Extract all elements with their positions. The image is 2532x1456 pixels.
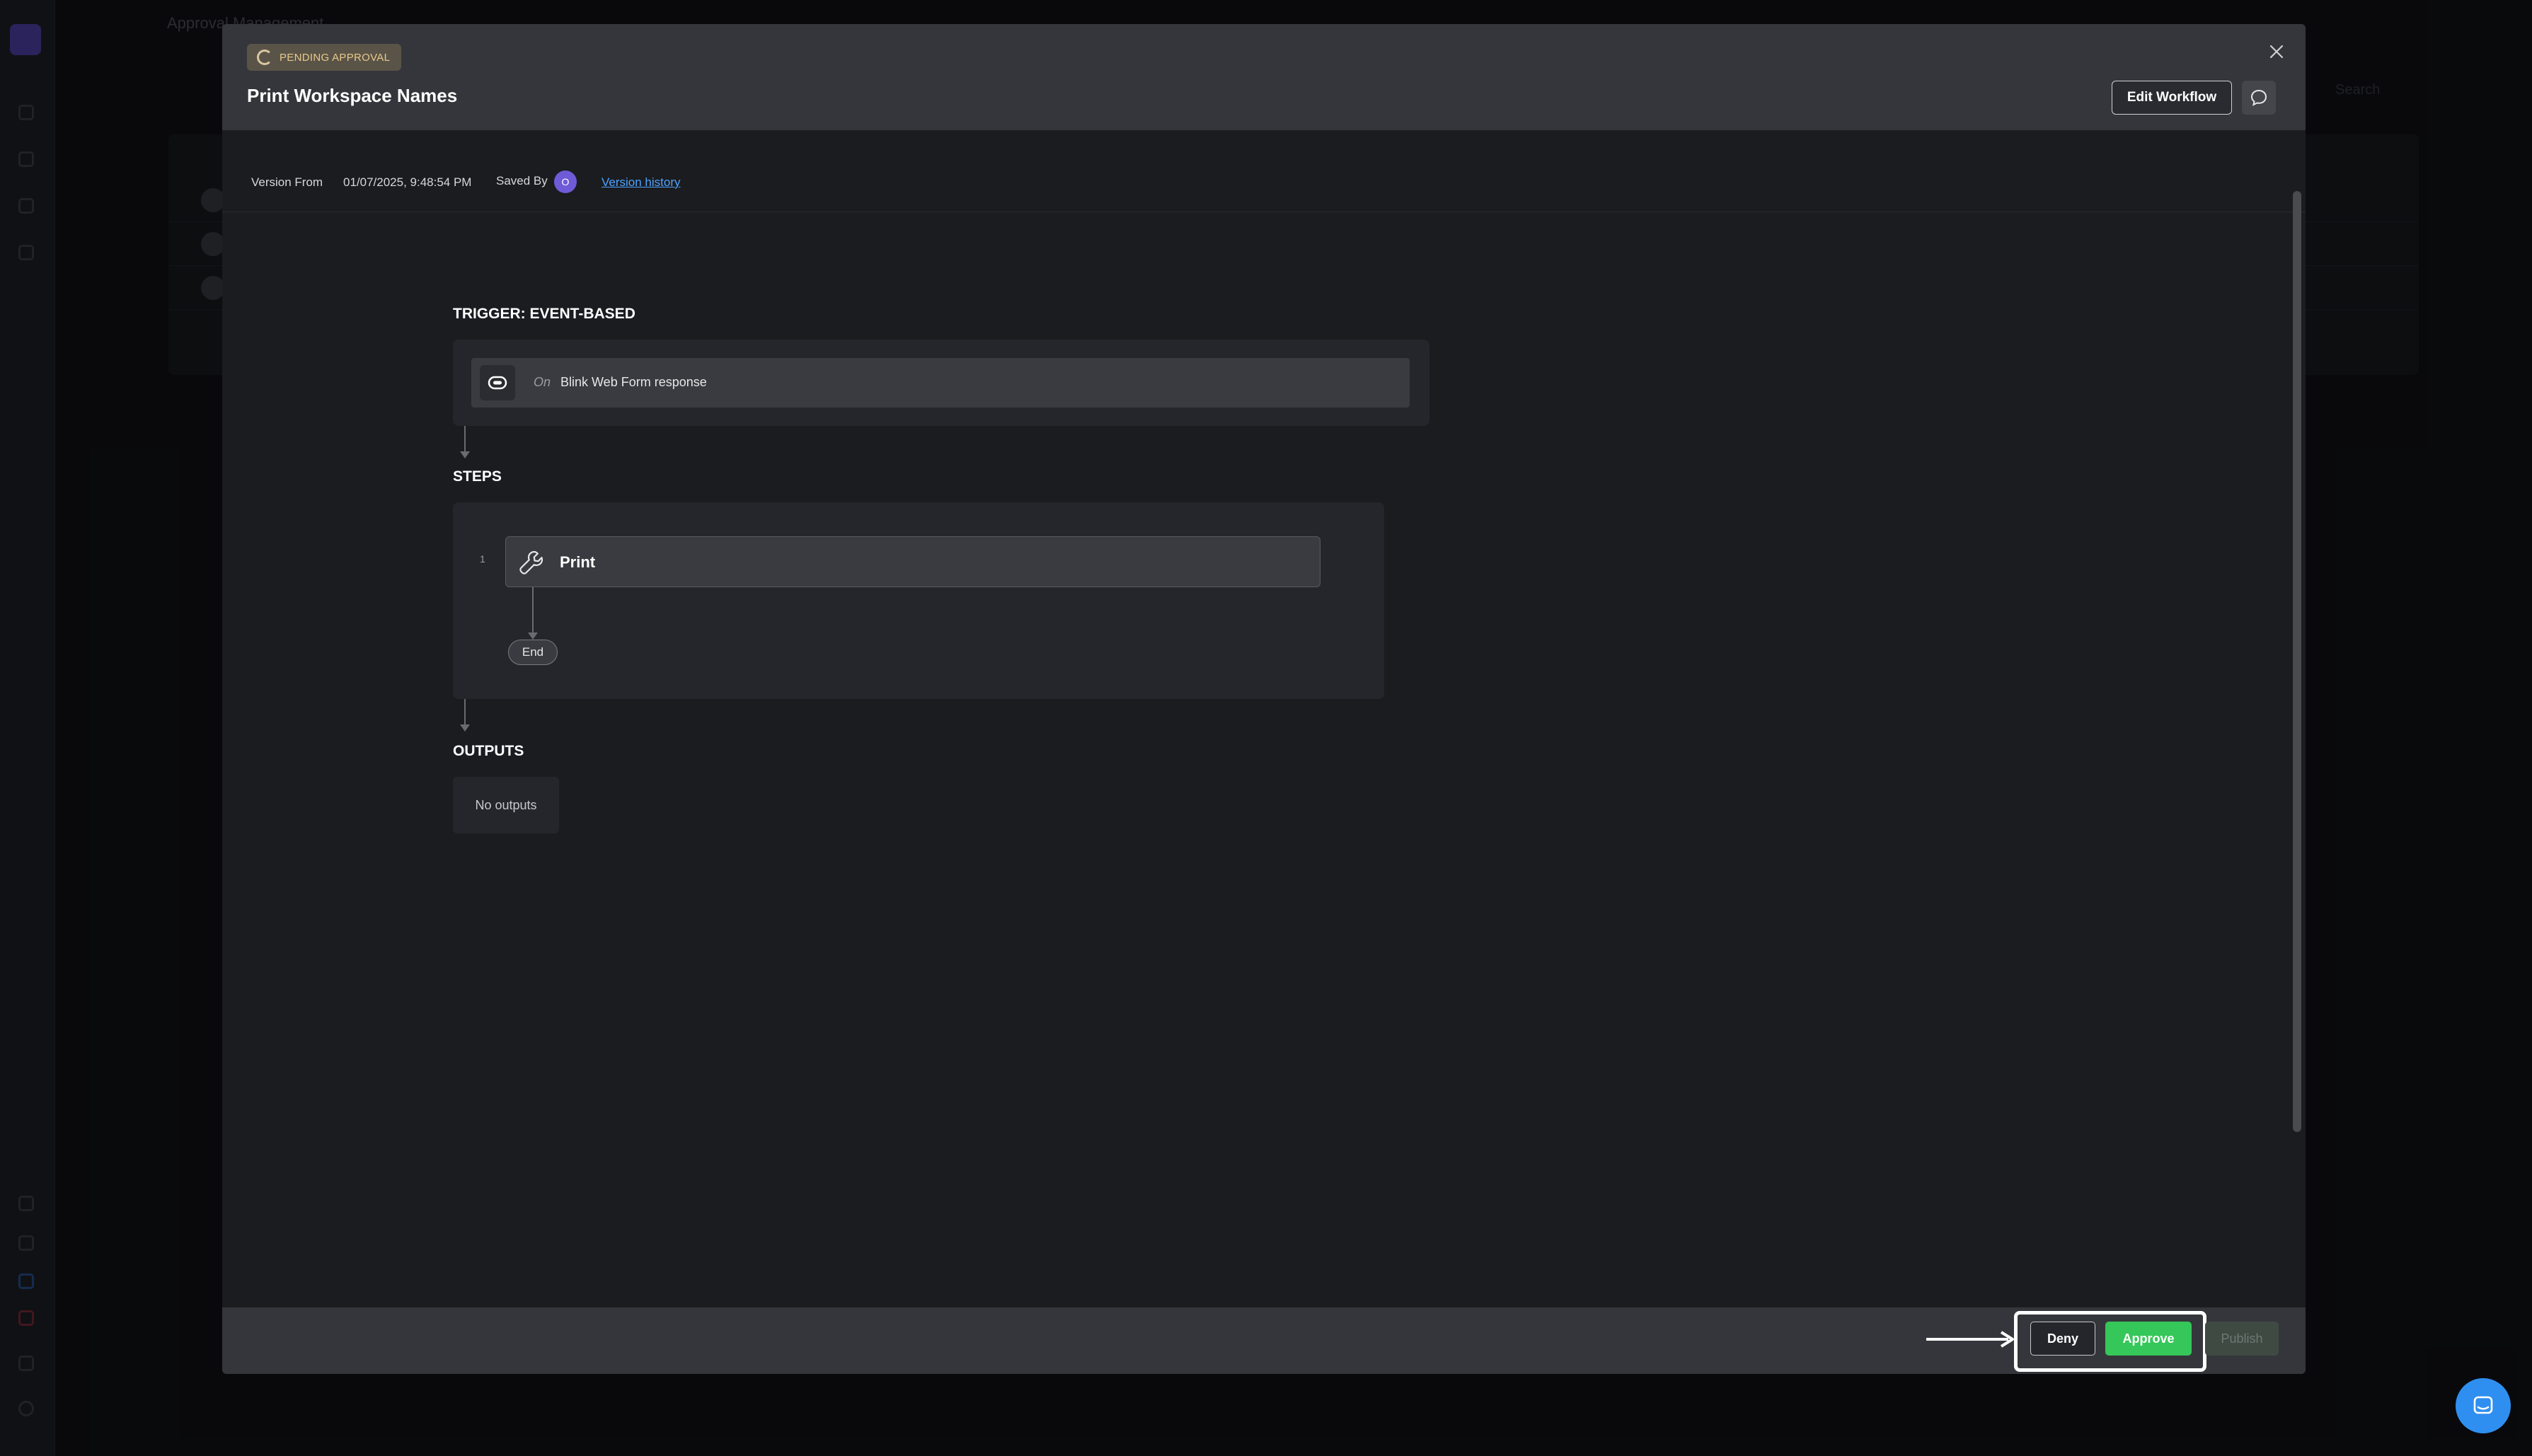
version-from-label: Version From [251, 175, 323, 189]
saved-by-label: Saved By [496, 174, 548, 187]
approve-button[interactable]: Approve [2105, 1322, 2192, 1356]
comment-icon [2250, 89, 2267, 106]
status-badge: PENDING APPROVAL [247, 44, 402, 71]
version-date: 01/07/2025, 9:48:54 PM [343, 175, 472, 189]
pointer-arrow-icon [1926, 1331, 2014, 1348]
connector-line [532, 587, 534, 634]
pending-icon [257, 50, 272, 65]
trigger-text: Blink Web Form response [560, 375, 707, 389]
modal-title: Print Workspace Names [247, 85, 458, 106]
chat-support-button[interactable] [2456, 1378, 2511, 1433]
blink-icon [480, 365, 515, 400]
connector-arrow [528, 632, 538, 640]
comment-button[interactable] [2242, 81, 2276, 115]
publish-button[interactable]: Publish [2205, 1322, 2279, 1356]
connector-line [464, 426, 466, 454]
trigger-heading: TRIGGER: EVENT-BASED [453, 306, 635, 322]
close-icon[interactable] [2265, 40, 2289, 64]
end-node: End [508, 640, 558, 665]
wrench-icon [516, 547, 547, 578]
step-number: 1 [480, 553, 485, 565]
step-label: Print [560, 553, 596, 571]
deny-button[interactable]: Deny [2030, 1322, 2095, 1356]
trigger-row[interactable]: On Blink Web Form response [471, 358, 1410, 408]
avatar: O [554, 171, 577, 193]
edit-workflow-button[interactable]: Edit Workflow [2112, 81, 2232, 115]
version-bar: Version From 01/07/2025, 9:48:54 PM Save… [222, 130, 2306, 212]
connector-line [464, 699, 466, 727]
steps-section: 1 Print End [453, 502, 1384, 699]
workflow-canvas: TRIGGER: EVENT-BASED On Blink Web Form r… [222, 212, 2306, 1331]
approval-modal: PENDING APPROVAL Print Workspace Names E… [222, 24, 2306, 1374]
trigger-prefix: On [534, 375, 551, 389]
outputs-heading: OUTPUTS [453, 743, 524, 759]
outputs-empty: No outputs [453, 777, 559, 833]
modal-header: PENDING APPROVAL Print Workspace Names E… [222, 24, 2306, 130]
step-card-print[interactable]: Print [505, 536, 1320, 587]
connector-arrow [460, 724, 470, 732]
trigger-section: On Blink Web Form response [453, 340, 1429, 426]
chat-icon [2473, 1396, 2493, 1414]
status-badge-label: PENDING APPROVAL [280, 51, 391, 64]
version-history-link[interactable]: Version history [602, 175, 681, 190]
connector-arrow [460, 451, 470, 458]
steps-heading: STEPS [453, 468, 502, 485]
